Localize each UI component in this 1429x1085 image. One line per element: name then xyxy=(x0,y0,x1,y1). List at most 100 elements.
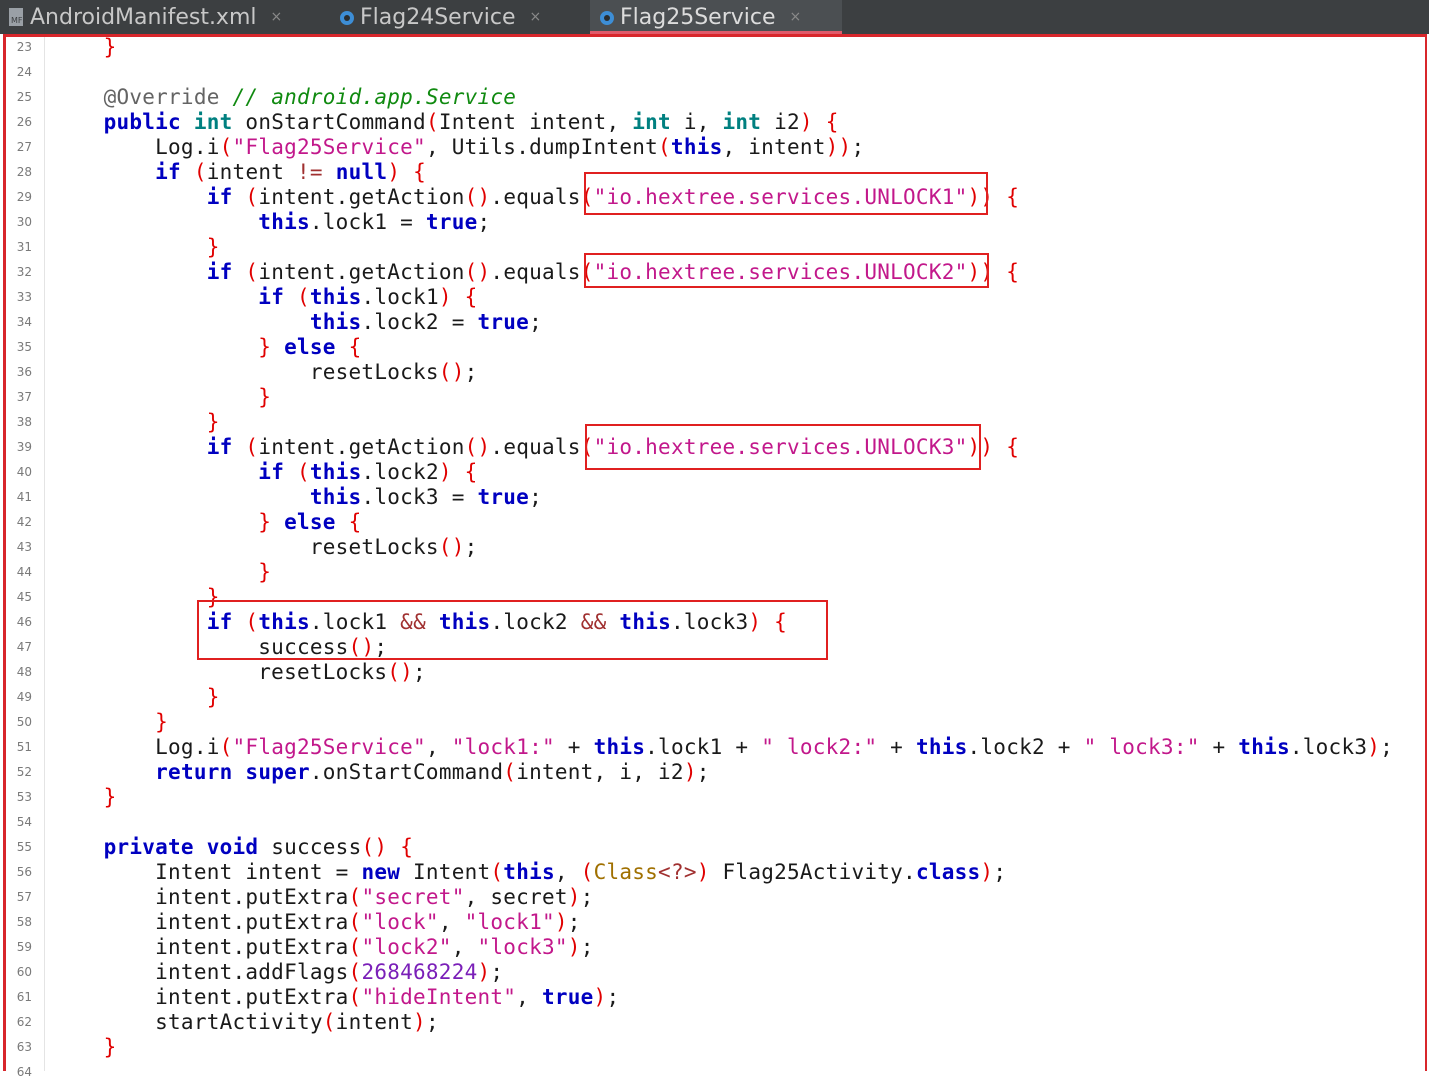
code-token: " lock3:" xyxy=(1083,735,1200,759)
code-token: intent xyxy=(206,160,298,184)
code-line: 26 public int onStartCommand(Intent inte… xyxy=(0,110,1429,135)
code-token: Intent intent, xyxy=(438,110,633,134)
code-text[interactable]: } xyxy=(52,385,271,410)
code-text[interactable]: } xyxy=(52,410,220,435)
code-text[interactable]: if (intent.getAction().equals("io.hextre… xyxy=(52,185,1019,210)
code-text[interactable]: success(); xyxy=(52,635,387,660)
code-token: this xyxy=(309,460,362,484)
code-token: true xyxy=(477,310,530,334)
code-line: 36 resetLocks(); xyxy=(0,360,1429,385)
code-token: () xyxy=(387,660,414,684)
code-line: 54 xyxy=(0,810,1429,835)
code-text[interactable]: Log.i("Flag25Service", "lock1:" + this.l… xyxy=(52,735,1393,760)
code-token: int xyxy=(632,110,671,134)
code-token: } xyxy=(103,35,117,59)
code-token: this xyxy=(258,610,310,634)
code-text[interactable]: } xyxy=(52,235,220,260)
code-token: ) xyxy=(1367,735,1381,759)
code-token: ( xyxy=(245,185,259,209)
code-token: if xyxy=(206,610,233,634)
line-number: 36 xyxy=(16,365,32,379)
line-number: 29 xyxy=(16,190,32,204)
close-icon[interactable]: × xyxy=(790,9,802,25)
code-text[interactable]: if (this.lock2) { xyxy=(52,460,478,485)
code-text[interactable]: public int onStartCommand(Intent intent,… xyxy=(52,110,839,135)
code-text[interactable]: intent.addFlags(268468224); xyxy=(52,960,503,985)
code-token: ( xyxy=(297,285,310,309)
code-token: this xyxy=(670,135,723,159)
code-text[interactable]: if (intent != null) { xyxy=(52,160,426,185)
code-text[interactable]: resetLocks(); xyxy=(52,360,478,385)
code-line: 29 if (intent.getAction().equals("io.hex… xyxy=(0,185,1429,210)
code-text[interactable]: startActivity(intent); xyxy=(52,1010,439,1035)
code-token: { xyxy=(774,610,788,634)
code-token: ; xyxy=(477,210,491,234)
code-text[interactable]: this.lock1 = true; xyxy=(52,210,490,235)
code-text[interactable]: } xyxy=(52,560,271,585)
code-text[interactable]: } xyxy=(52,785,117,810)
line-number: 62 xyxy=(16,1015,32,1029)
code-text[interactable]: } xyxy=(52,685,220,710)
line-number: 57 xyxy=(16,890,32,904)
code-token: @Override xyxy=(103,85,220,109)
code-text[interactable]: private void success() { xyxy=(52,835,413,860)
code-token: ) xyxy=(980,860,994,884)
code-text[interactable]: intent.putExtra("secret", secret); xyxy=(52,885,594,910)
code-text[interactable]: } else { xyxy=(52,510,362,535)
code-text[interactable]: intent.putExtra("lock", "lock1"); xyxy=(52,910,581,935)
line-number: 47 xyxy=(16,640,32,654)
code-text[interactable]: intent.putExtra("hideIntent", true); xyxy=(52,985,619,1010)
code-token: if xyxy=(206,435,233,459)
line-number: 50 xyxy=(16,715,32,729)
code-text[interactable]: } else { xyxy=(52,335,362,360)
code-text[interactable]: resetLocks(); xyxy=(52,535,478,560)
code-line: 38 } xyxy=(0,410,1429,435)
close-icon[interactable]: × xyxy=(271,9,283,25)
code-token: ; xyxy=(490,960,504,984)
tab-label: AndroidManifest.xml xyxy=(30,4,257,30)
code-text[interactable]: if (this.lock1 && this.lock2 && this.loc… xyxy=(52,610,787,635)
code-text[interactable]: } xyxy=(52,1035,117,1060)
code-line: 45 } xyxy=(0,585,1429,610)
java-class-icon xyxy=(336,6,358,28)
code-text[interactable]: this.lock3 = true; xyxy=(52,485,542,510)
code-text[interactable]: Log.i("Flag25Service", Utils.dumpIntent(… xyxy=(52,135,864,160)
code-line: 48 resetLocks(); xyxy=(0,660,1429,685)
code-token: ( xyxy=(425,110,439,134)
code-text[interactable]: Intent intent = new Intent(this, (Class<… xyxy=(52,860,1006,885)
code-text[interactable]: intent.putExtra("lock2", "lock3"); xyxy=(52,935,594,960)
code-line: 32 if (intent.getAction().equals("io.hex… xyxy=(0,260,1429,285)
code-text[interactable]: if (intent.getAction().equals("io.hextre… xyxy=(52,260,1019,285)
tab-flag24service[interactable]: Flag24Service × xyxy=(330,0,590,34)
code-text[interactable]: return super.onStartCommand(intent, i, i… xyxy=(52,760,710,785)
code-token: } xyxy=(103,785,117,809)
tab-flag25service[interactable]: Flag25Service × xyxy=(590,0,842,34)
code-text[interactable]: if (this.lock1) { xyxy=(52,285,478,310)
code-text[interactable]: } xyxy=(52,710,168,735)
code-token: "secret" xyxy=(361,885,465,909)
code-text[interactable]: this.lock2 = true; xyxy=(52,310,542,335)
tab-android-manifest[interactable]: MF AndroidManifest.xml × xyxy=(0,0,330,34)
code-text[interactable]: } xyxy=(52,585,220,610)
close-icon[interactable]: × xyxy=(530,9,542,25)
code-token: ( xyxy=(348,935,362,959)
code-text[interactable]: } xyxy=(52,35,117,60)
code-text[interactable]: resetLocks(); xyxy=(52,660,426,685)
code-text[interactable]: @Override // android.app.Service xyxy=(52,85,516,110)
code-text[interactable]: if (intent.getAction().equals("io.hextre… xyxy=(52,435,1019,460)
code-token: ) xyxy=(477,960,491,984)
